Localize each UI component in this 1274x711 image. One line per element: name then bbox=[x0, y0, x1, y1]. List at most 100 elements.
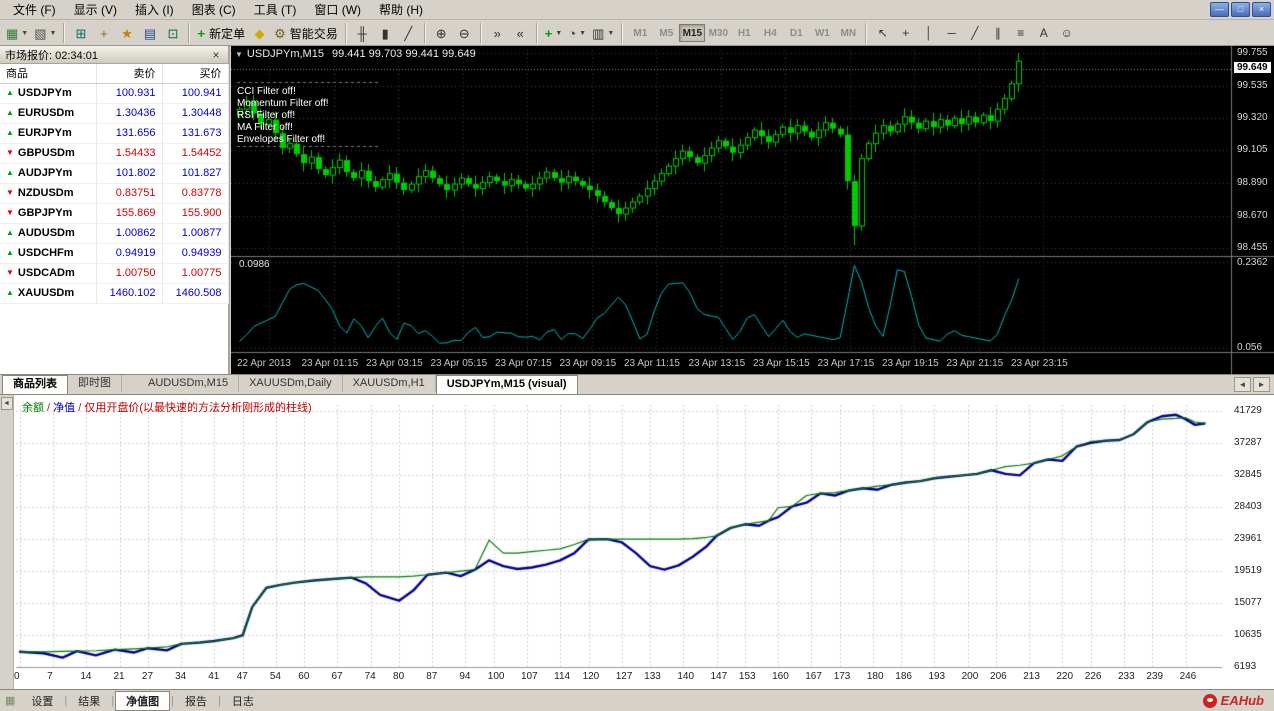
filter-status-line: RSI Filter off! bbox=[237, 110, 296, 121]
timeframe-m5-button[interactable]: M5 bbox=[653, 24, 679, 42]
chart-tab[interactable]: XAUUSDm,H1 bbox=[343, 375, 436, 392]
tester-tab-4[interactable]: 报告 bbox=[175, 691, 217, 711]
indicators-button[interactable]: + ▼ bbox=[542, 23, 566, 44]
ask-cell: 0.83778 bbox=[162, 183, 229, 204]
new-order-label: 新定单 bbox=[209, 26, 246, 41]
chart-shift-icon: « bbox=[516, 25, 524, 41]
tester-tab-3[interactable]: 净值图 bbox=[115, 690, 171, 711]
strategy-tester-button[interactable]: ⊡ bbox=[161, 23, 184, 44]
chart-tab[interactable]: XAUUSDm,Daily bbox=[239, 375, 343, 392]
window-control-button[interactable]: — bbox=[1210, 2, 1229, 17]
collapse-icon[interactable]: ▼ bbox=[235, 50, 243, 59]
templates-button[interactable]: ▥ ▼ bbox=[589, 23, 617, 44]
tester-tab-5[interactable]: 日志 bbox=[222, 691, 264, 711]
menu-item[interactable]: 帮助 (H) bbox=[370, 0, 432, 20]
line-chart-button[interactable]: ╱ bbox=[397, 23, 420, 44]
crosshair-button[interactable]: + bbox=[894, 23, 917, 44]
timeframe-m30-button[interactable]: M30 bbox=[705, 24, 731, 42]
equity-x-axis-label: 193 bbox=[928, 671, 946, 682]
fibonacci-button[interactable]: ≡ bbox=[1009, 23, 1032, 44]
tester-tab-2[interactable]: 结果 bbox=[68, 691, 110, 711]
metaeditor-button[interactable]: ◆ bbox=[248, 23, 271, 44]
menu-item[interactable]: 插入 (I) bbox=[126, 0, 183, 20]
market-watch-tab[interactable]: 商品列表 bbox=[2, 375, 68, 394]
chart-tab[interactable]: AUDUSDm,M15 bbox=[138, 375, 240, 392]
tester-tab-1[interactable]: 设置 bbox=[21, 691, 63, 711]
timeframe-d1-button[interactable]: D1 bbox=[783, 24, 809, 42]
menu-item[interactable]: 窗口 (W) bbox=[305, 0, 370, 20]
equity-x-axis-label: 7 bbox=[47, 671, 53, 682]
timeframe-m15-button[interactable]: M15 bbox=[679, 24, 706, 42]
candle-chart-button[interactable]: ▮ bbox=[374, 23, 397, 44]
menu-item[interactable]: 工具 (T) bbox=[245, 0, 306, 20]
equity-x-axis-label: 226 bbox=[1084, 671, 1102, 682]
window-controls: — □ × bbox=[1210, 2, 1271, 17]
equity-chart-canvas[interactable] bbox=[14, 395, 1274, 690]
symbol-cell: ▲ EURJPYm bbox=[0, 123, 97, 144]
timeframe-h1-button[interactable]: H1 bbox=[731, 24, 757, 42]
vertical-line-button[interactable]: │ bbox=[917, 23, 940, 44]
arrows-button[interactable]: ☺ bbox=[1055, 23, 1078, 44]
market-watch-row[interactable]: ▼ NZDUSDm 0.83751 0.83778 bbox=[0, 183, 229, 204]
market-watch-row[interactable]: ▼ USDCADm 1.00750 1.00775 bbox=[0, 263, 229, 284]
market-watch-tab[interactable]: 即时图 bbox=[68, 375, 122, 392]
zoom-out-button[interactable]: ⊖ bbox=[453, 23, 476, 44]
market-watch-row[interactable]: ▲ EURJPYm 131.656 131.673 bbox=[0, 123, 229, 144]
market-watch-row[interactable]: ▲ EURUSDm 1.30436 1.30448 bbox=[0, 103, 229, 124]
periods-icon: ◔ bbox=[568, 25, 577, 41]
market-watch-row[interactable]: ▲ USDJPYm 100.931 100.941 bbox=[0, 83, 229, 104]
price-chart-canvas[interactable] bbox=[231, 46, 1274, 374]
window-control-button[interactable]: × bbox=[1252, 2, 1271, 17]
new-chart-button[interactable]: ▦ ▼ bbox=[3, 23, 31, 44]
market-watch-button[interactable]: ⊞ bbox=[69, 23, 92, 44]
market-watch-row[interactable]: ▼ GBPUSDm 1.54433 1.54452 bbox=[0, 143, 229, 164]
trendline-icon: ╱ bbox=[971, 26, 979, 40]
zoom-in-button[interactable]: ⊕ bbox=[430, 23, 453, 44]
chart-shift-button[interactable]: « bbox=[509, 23, 532, 44]
profiles-button[interactable]: ▧ ▼ bbox=[31, 23, 59, 44]
timeframe-h4-button[interactable]: H4 bbox=[757, 24, 783, 42]
navigator-button[interactable]: ★ bbox=[115, 23, 138, 44]
market-watch-row[interactable]: ▲ AUDJPYm 101.802 101.827 bbox=[0, 163, 229, 184]
time-axis-label: 23 Apr 15:15 bbox=[753, 358, 810, 369]
trend-up-icon: ▲ bbox=[6, 108, 14, 117]
timeframe-m1-button[interactable]: M1 bbox=[627, 24, 653, 42]
tab-strip: 商品列表 即时图 AUDUSDm,M15 XAUUSDm,Daily XAUUSDm,… bbox=[0, 374, 1274, 394]
timeframe-mn-button[interactable]: MN bbox=[835, 24, 861, 42]
close-icon[interactable]: × bbox=[209, 48, 223, 62]
menu-item[interactable]: 显示 (V) bbox=[65, 0, 126, 20]
menu-item[interactable]: 图表 (C) bbox=[183, 0, 245, 20]
market-watch-row[interactable]: ▲ USDCHFm 0.94919 0.94939 bbox=[0, 243, 229, 264]
text-label-button[interactable]: A bbox=[1032, 23, 1055, 44]
scroll-left-icon[interactable]: ◄ bbox=[1234, 377, 1251, 392]
horizontal-line-button[interactable]: ─ bbox=[940, 23, 963, 44]
equidistant-channel-button[interactable]: ∥ bbox=[986, 23, 1009, 44]
bar-chart-button[interactable]: ╫ bbox=[351, 23, 374, 44]
ask-cell: 0.94939 bbox=[162, 243, 229, 264]
market-watch-row[interactable]: ▲ AUDUSDm 1.00862 1.00877 bbox=[0, 223, 229, 244]
scroll-right-icon[interactable]: ► bbox=[1253, 377, 1270, 392]
eahub-logo[interactable]: EAHub bbox=[1202, 693, 1264, 708]
expert-advisors-button[interactable]: ⚙ 智能交易 bbox=[271, 23, 341, 44]
new-chart-icon: ▦ bbox=[6, 25, 19, 41]
terminal-button[interactable]: ▤ bbox=[138, 23, 161, 44]
trendline-button[interactable]: ╱ bbox=[963, 23, 986, 44]
equity-x-axis-label: 220 bbox=[1056, 671, 1074, 682]
equity-y-axis-label: 41729 bbox=[1234, 405, 1262, 416]
bid-cell: 1.30436 bbox=[96, 103, 163, 124]
new-order-button[interactable]: + 新定单 bbox=[194, 23, 248, 44]
data-window-button[interactable]: + bbox=[92, 23, 115, 44]
cursor-button[interactable]: ↖ bbox=[871, 23, 894, 44]
equity-x-axis-label: 87 bbox=[426, 671, 438, 682]
menu-item[interactable]: 文件 (F) bbox=[4, 0, 65, 20]
market-watch-row[interactable]: ▼ GBPJPYm 155.869 155.900 bbox=[0, 203, 229, 224]
chart-tab[interactable]: USDJPYm,M15 (visual) bbox=[435, 375, 578, 394]
column-header: 商品 bbox=[0, 64, 97, 84]
collapse-left-icon[interactable]: ◄ bbox=[0, 397, 13, 410]
market-watch-row[interactable]: ▲ XAUUSDm 1460.102 1460.508 bbox=[0, 283, 229, 304]
periods-button[interactable]: ◔ ▼ bbox=[565, 23, 589, 44]
window-control-button[interactable]: □ bbox=[1231, 2, 1250, 17]
auto-scroll-button[interactable]: » bbox=[486, 23, 509, 44]
time-axis-label: 22 Apr 2013 bbox=[237, 358, 291, 369]
timeframe-w1-button[interactable]: W1 bbox=[809, 24, 835, 42]
